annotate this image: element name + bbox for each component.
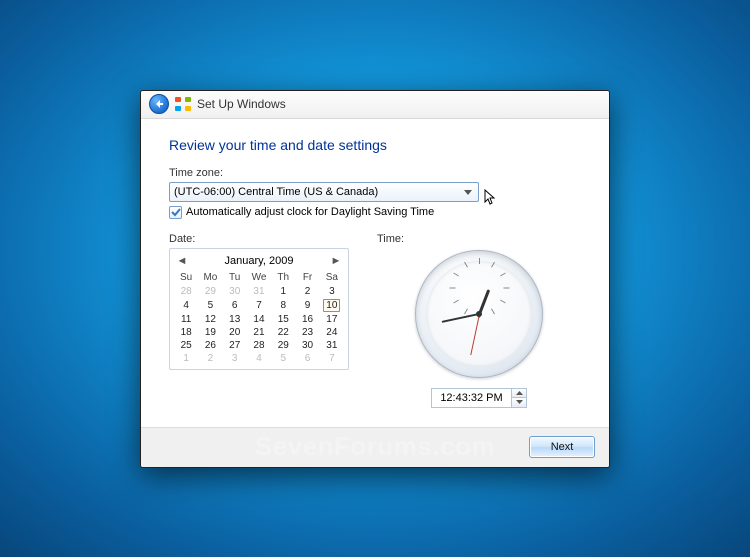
calendar-month-title[interactable]: January, 2009 (225, 255, 294, 267)
timezone-select[interactable]: (UTC-06:00) Central Time (US & Canada) (169, 182, 479, 202)
calendar-day[interactable]: 29 (271, 339, 295, 352)
calendar-day[interactable]: 6 (223, 298, 247, 313)
calendar-day[interactable]: 6 (295, 352, 319, 365)
calendar-day[interactable]: 27 (223, 339, 247, 352)
calendar-day[interactable]: 5 (271, 352, 295, 365)
calendar-day[interactable]: 29 (198, 285, 222, 298)
calendar-day[interactable]: 8 (271, 298, 295, 313)
analog-clock (415, 250, 543, 378)
timezone-selected-value: (UTC-06:00) Central Time (US & Canada) (174, 186, 378, 198)
calendar-day-header: We (247, 270, 271, 285)
calendar-day[interactable]: 21 (247, 326, 271, 339)
dst-row: Automatically adjust clock for Daylight … (169, 206, 581, 219)
calendar-day[interactable]: 30 (223, 285, 247, 298)
window-title: Set Up Windows (197, 97, 286, 111)
page-heading: Review your time and date settings (169, 137, 581, 153)
calendar-day[interactable]: 2 (295, 285, 319, 298)
calendar-day[interactable]: 25 (174, 339, 198, 352)
calendar-day[interactable]: 4 (247, 352, 271, 365)
calendar-day[interactable]: 20 (223, 326, 247, 339)
calendar-next-button[interactable]: ► (330, 255, 342, 267)
windows-logo-icon (175, 97, 191, 111)
calendar-day-header: Sa (320, 270, 344, 285)
calendar-day[interactable]: 11 (174, 313, 198, 326)
calendar-prev-button[interactable]: ◄ (176, 255, 188, 267)
calendar-day-header: Mo (198, 270, 222, 285)
clock-center-pin (476, 311, 482, 317)
clock-tick (479, 258, 480, 264)
calendar-day[interactable]: 22 (271, 326, 295, 339)
time-label: Time: (377, 233, 404, 245)
calendar-day[interactable]: 28 (247, 339, 271, 352)
clock-tick (504, 288, 510, 289)
calendar-day[interactable]: 17 (320, 313, 344, 326)
calendar-day[interactable]: 24 (320, 326, 344, 339)
calendar-day[interactable]: 23 (295, 326, 319, 339)
calendar-day[interactable]: 3 (223, 352, 247, 365)
dst-label: Automatically adjust clock for Daylight … (186, 206, 434, 218)
dst-checkbox[interactable] (169, 206, 182, 219)
calendar-grid: SuMoTuWeThFrSa 2829303112345678910111213… (174, 270, 344, 365)
calendar-day[interactable]: 7 (247, 298, 271, 313)
time-spinner (431, 388, 527, 408)
calendar-day[interactable]: 31 (247, 285, 271, 298)
calendar-day-header: Fr (295, 270, 319, 285)
time-spin-up[interactable] (512, 389, 526, 399)
clock-tick (450, 288, 456, 289)
back-button[interactable] (149, 94, 169, 114)
calendar-day[interactable]: 28 (174, 285, 198, 298)
time-spin-down[interactable] (512, 398, 526, 407)
calendar-day[interactable]: 7 (320, 352, 344, 365)
calendar-day[interactable]: 1 (271, 285, 295, 298)
calendar-day[interactable]: 12 (198, 313, 222, 326)
cursor-icon (484, 189, 498, 210)
calendar-day[interactable]: 10 (320, 298, 344, 313)
calendar-day[interactable]: 13 (223, 313, 247, 326)
date-label: Date: (169, 233, 349, 245)
timezone-label: Time zone: (169, 167, 581, 179)
calendar-day[interactable]: 30 (295, 339, 319, 352)
footer: Next (141, 427, 609, 467)
calendar-day[interactable]: 1 (174, 352, 198, 365)
chevron-down-icon (461, 186, 475, 200)
calendar-day[interactable]: 9 (295, 298, 319, 313)
calendar-day[interactable]: 31 (320, 339, 344, 352)
calendar-day[interactable]: 18 (174, 326, 198, 339)
calendar-day[interactable]: 19 (198, 326, 222, 339)
calendar-day[interactable]: 2 (198, 352, 222, 365)
calendar-day-header: Su (174, 270, 198, 285)
time-input[interactable] (431, 388, 511, 408)
calendar-day-header: Th (271, 270, 295, 285)
titlebar: Set Up Windows (141, 91, 609, 119)
calendar: ◄ January, 2009 ► SuMoTuWeThFrSa 2829303… (169, 248, 349, 370)
setup-wizard-window: Set Up Windows Review your time and date… (140, 90, 610, 468)
time-panel: Time: (377, 233, 581, 408)
date-panel: Date: ◄ January, 2009 ► SuMoTuWeThFrSa 2… (169, 233, 349, 408)
calendar-day[interactable]: 26 (198, 339, 222, 352)
calendar-day[interactable]: 14 (247, 313, 271, 326)
calendar-day[interactable]: 5 (198, 298, 222, 313)
calendar-day-header: Tu (223, 270, 247, 285)
calendar-day[interactable]: 4 (174, 298, 198, 313)
calendar-day[interactable]: 16 (295, 313, 319, 326)
next-button[interactable]: Next (529, 436, 595, 458)
calendar-day[interactable]: 3 (320, 285, 344, 298)
content-area: Review your time and date settings Time … (141, 119, 609, 427)
calendar-day[interactable]: 15 (271, 313, 295, 326)
